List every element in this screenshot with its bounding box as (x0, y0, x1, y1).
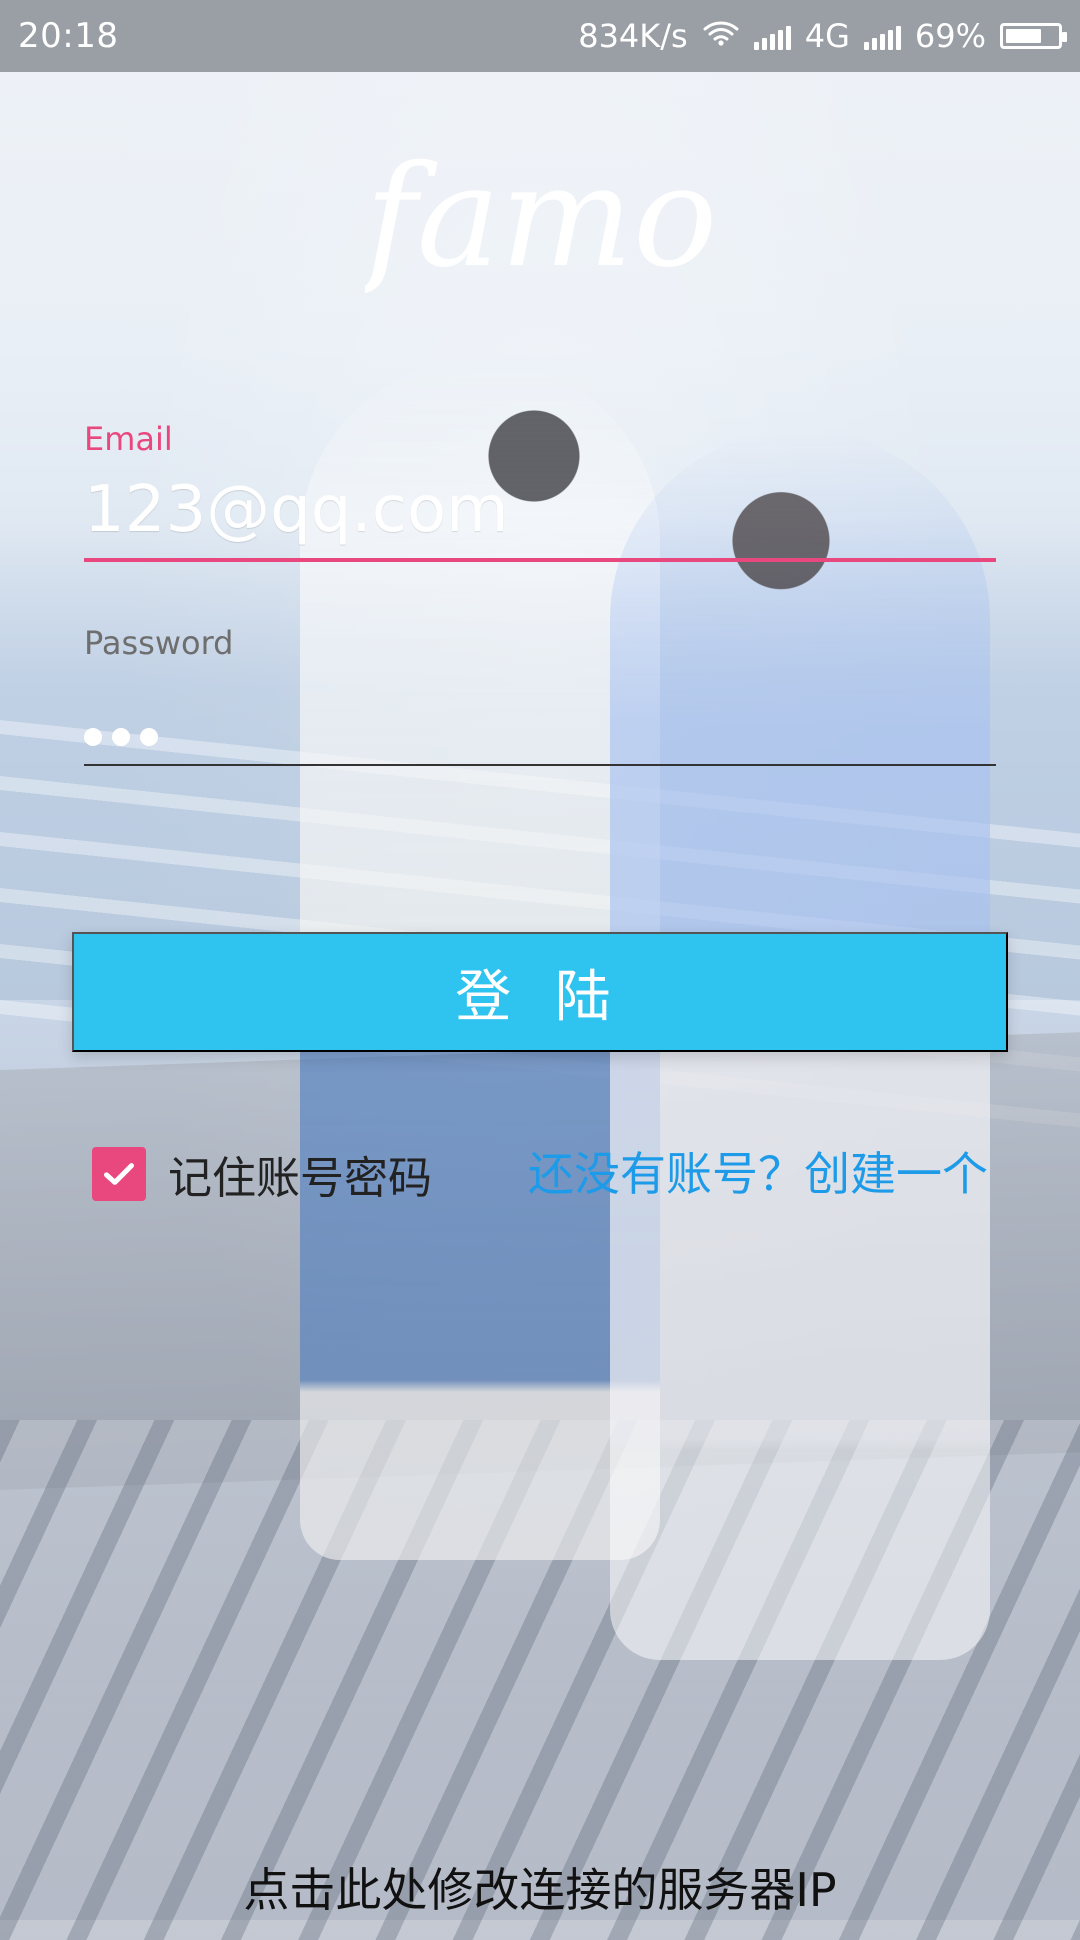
logo-text: famous (365, 136, 725, 299)
remember-checkbox[interactable] (92, 1147, 146, 1201)
battery-fill (1006, 29, 1041, 43)
email-label: Email (84, 420, 173, 458)
status-network-speed: 834K/s (578, 17, 688, 55)
password-dot (112, 728, 130, 746)
wifi-icon (702, 17, 740, 55)
login-form: Email 123@qq.com Password ••• (84, 420, 996, 766)
remember-credentials[interactable]: 记住账号密码 (92, 1142, 432, 1206)
status-time: 20:18 (18, 16, 119, 56)
password-field[interactable]: ••• (84, 678, 996, 766)
remember-label: 记住账号密码 (168, 1153, 432, 1204)
password-label: Password (84, 624, 234, 662)
status-battery-percent: 69% (914, 17, 986, 55)
status-network-type: 4G (804, 17, 850, 55)
server-ip-link[interactable]: 点击此处修改连接的服务器IP (0, 1854, 1080, 1920)
password-dot (84, 728, 102, 746)
login-button[interactable]: 登 陆 (72, 932, 1008, 1052)
battery-icon (1000, 23, 1067, 49)
email-field[interactable]: 123@qq.com (84, 474, 996, 562)
password-mask[interactable] (84, 728, 158, 764)
create-account-link[interactable]: 还没有账号？创建一个 (528, 1138, 988, 1204)
signal-icon (863, 22, 901, 50)
password-dot (140, 728, 158, 746)
status-right: 834K/s 4G 69% (578, 17, 1067, 55)
app-logo: famous (356, 125, 879, 335)
check-icon (104, 1163, 134, 1185)
status-bar: 20:18 834K/s 4G 69% (0, 0, 1080, 72)
signal-icon (753, 22, 791, 50)
email-value[interactable]: 123@qq.com (84, 478, 508, 558)
